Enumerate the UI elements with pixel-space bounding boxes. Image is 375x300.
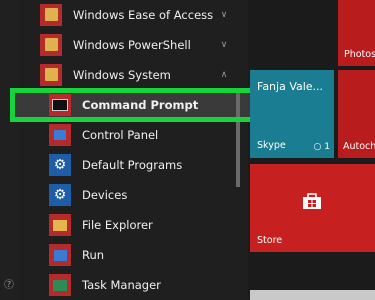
app-list-item-label: Windows System (73, 68, 171, 82)
app-list-item-label: Default Programs (82, 158, 183, 172)
app-list-item-file-explorer[interactable]: File Explorer (49, 212, 254, 238)
chevron-down-icon[interactable]: ∨ (217, 8, 231, 22)
run-icon (49, 244, 71, 266)
tile-label: Photos (344, 49, 375, 60)
app-list-item-label: Control Panel (82, 128, 159, 142)
folder-icon (49, 214, 71, 236)
app-list-item-label: Task Manager (82, 278, 161, 292)
app-list-item-control-panel[interactable]: Control Panel (49, 122, 254, 148)
tile-label: Skype (257, 140, 286, 151)
app-list-item-task-manager[interactable]: Task Manager (49, 272, 254, 298)
chevron-down-icon[interactable]: ∨ (217, 38, 231, 52)
app-list-item-windows-system[interactable]: Windows System ∧ (40, 62, 245, 88)
app-list-item-label: File Explorer (82, 218, 153, 232)
tile-store[interactable]: Store (250, 164, 375, 252)
tile-strip (250, 290, 375, 300)
tile-skype[interactable]: Fanja Vale... Skype ○ 1 (250, 70, 334, 158)
store-icon (303, 193, 321, 209)
highlight-box (10, 88, 257, 122)
tile-badge: ○ 1 (314, 142, 330, 152)
folder-icon (40, 4, 62, 26)
app-list-item-devices[interactable]: ⚙ Devices (49, 182, 254, 208)
app-list-item-label: Windows Ease of Access (73, 8, 214, 22)
app-list-item-default-programs[interactable]: ⚙ Default Programs (49, 152, 254, 178)
tile-badge-count: 1 (324, 142, 330, 152)
chevron-up-icon[interactable]: ∧ (217, 68, 231, 82)
app-list-item-run[interactable]: Run (49, 242, 254, 268)
task-manager-icon (49, 274, 71, 296)
app-list-item-windows-ease-of-access[interactable]: Windows Ease of Access ∨ (40, 2, 245, 28)
folder-icon (40, 64, 62, 86)
gear-icon: ⚙ (49, 184, 71, 206)
tile-autocheck[interactable]: Autoch (338, 70, 375, 158)
control-panel-icon (49, 124, 71, 146)
tile-contact-name: Fanja Vale... (257, 80, 324, 93)
app-list-item-label: Devices (82, 188, 128, 202)
tile-label: Store (257, 235, 283, 246)
tile-label: Autoch (343, 141, 375, 152)
tile-photos[interactable]: Photos (338, 0, 375, 66)
start-rail: ? (0, 0, 18, 300)
user-icon[interactable]: ? (4, 279, 14, 289)
tile-top[interactable] (250, 0, 334, 66)
app-list-item-label: Windows PowerShell (73, 38, 191, 52)
app-list-item-label: Run (82, 248, 105, 262)
gear-icon: ⚙ (49, 154, 71, 176)
folder-icon (40, 34, 62, 56)
app-list-item-windows-powershell[interactable]: Windows PowerShell ∨ (40, 32, 245, 58)
skype-icon: ○ (313, 142, 322, 152)
